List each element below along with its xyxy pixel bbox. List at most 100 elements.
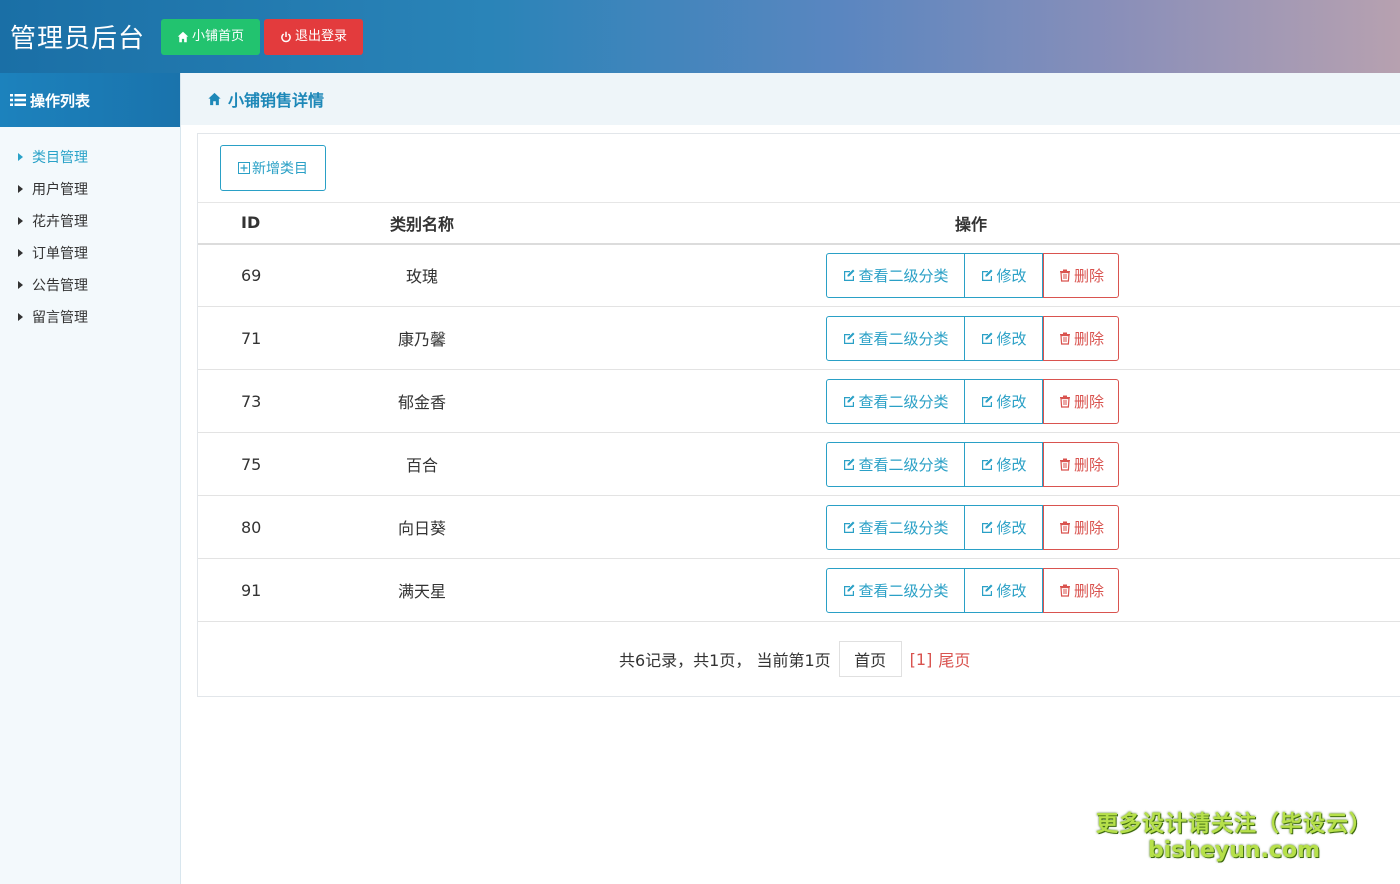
cell-id: 91 — [198, 558, 298, 622]
sidebar-menu: 类目管理 用户管理 花卉管理 订单管理 公告管理 留言管理 — [0, 127, 180, 333]
edit-label: 修改 — [996, 455, 1027, 474]
main-content: 小铺销售详情 新增类目 ID 类别名称 操作 69 玫瑰 查看二级分类 修改 删除 71 康… — [181, 73, 1400, 884]
cell-id: 73 — [198, 369, 298, 433]
cell-id: 69 — [198, 243, 298, 307]
view-subcategory-button[interactable]: 查看二级分类 — [826, 567, 965, 613]
watermark: 更多设计请关注（毕设云） bisheyun.com — [1096, 806, 1372, 863]
sidebar-item-label: 留言管理 — [32, 310, 88, 326]
row-action-group: 查看二级分类 修改 删除 — [826, 567, 1400, 613]
category-panel: 新增类目 ID 类别名称 操作 69 玫瑰 查看二级分类 修改 删除 71 康乃馨 查看二级分… — [197, 133, 1400, 697]
sidebar-item-category[interactable]: 类目管理 — [0, 141, 180, 173]
sidebar-item-messages[interactable]: 留言管理 — [0, 301, 180, 333]
shop-home-button[interactable]: 小铺首页 — [161, 18, 261, 55]
delete-button[interactable]: 删除 — [1043, 378, 1119, 424]
sidebar-item-users[interactable]: 用户管理 — [0, 173, 180, 205]
add-category-label: 新增类目 — [252, 161, 308, 177]
edit-icon — [982, 269, 993, 282]
row-action-group: 查看二级分类 修改 删除 — [826, 504, 1400, 550]
table-row: 71 康乃馨 查看二级分类 修改 删除 — [198, 306, 1400, 370]
sidebar-item-label: 花卉管理 — [32, 214, 88, 230]
trash-icon — [1059, 521, 1070, 534]
current-page-indicator[interactable]: [1] — [910, 650, 933, 669]
delete-button[interactable]: 删除 — [1043, 504, 1119, 550]
edit-icon — [844, 521, 855, 533]
table-header-row: ID 类别名称 操作 — [198, 202, 1400, 245]
caret-right-icon — [18, 185, 23, 193]
cell-actions: 查看二级分类 修改 删除 — [546, 495, 1400, 559]
view-subcategory-button[interactable]: 查看二级分类 — [826, 315, 965, 361]
delete-button[interactable]: 删除 — [1043, 315, 1119, 361]
delete-label: 删除 — [1073, 581, 1104, 600]
category-table: ID 类别名称 操作 69 玫瑰 查看二级分类 修改 删除 71 康乃馨 查看二级分类 修改 删除… — [198, 202, 1400, 622]
view-subcategory-button[interactable]: 查看二级分类 — [826, 252, 965, 298]
logout-button[interactable]: 退出登录 — [264, 18, 364, 55]
table-row: 75 百合 查看二级分类 修改 删除 — [198, 432, 1400, 496]
first-page-button[interactable]: 首页 — [838, 641, 902, 677]
table-row: 80 向日葵 查看二级分类 修改 删除 — [198, 495, 1400, 559]
edit-button[interactable]: 修改 — [965, 252, 1043, 298]
view-subcategory-label: 查看二级分类 — [858, 581, 949, 600]
add-category-button[interactable]: 新增类目 — [220, 145, 326, 191]
cell-actions: 查看二级分类 修改 删除 — [546, 243, 1400, 307]
sidebar-item-orders[interactable]: 订单管理 — [0, 237, 180, 269]
edit-icon — [844, 395, 855, 407]
delete-button[interactable]: 删除 — [1043, 567, 1119, 613]
delete-label: 删除 — [1073, 455, 1104, 474]
sidebar-item-flowers[interactable]: 花卉管理 — [0, 205, 180, 237]
view-subcategory-label: 查看二级分类 — [858, 455, 949, 474]
last-page-link[interactable]: 尾页 — [938, 647, 970, 671]
caret-right-icon — [18, 217, 23, 225]
delete-label: 删除 — [1073, 518, 1104, 537]
sidebar-header: 操作列表 — [0, 73, 180, 127]
app-title: 管理员后台 — [10, 24, 146, 54]
sidebar-item-notices[interactable]: 公告管理 — [0, 269, 180, 301]
delete-label: 删除 — [1073, 266, 1104, 285]
cell-id: 80 — [198, 495, 298, 559]
trash-icon — [1059, 458, 1070, 471]
cell-actions: 查看二级分类 修改 删除 — [546, 369, 1400, 433]
cell-actions: 查看二级分类 修改 删除 — [546, 432, 1400, 496]
edit-button[interactable]: 修改 — [965, 441, 1043, 487]
view-subcategory-button[interactable]: 查看二级分类 — [826, 441, 965, 487]
edit-button[interactable]: 修改 — [965, 315, 1043, 361]
shop-home-label: 小铺首页 — [192, 28, 245, 44]
pagination-info: 共6记录，共1页， 当前第1页 — [619, 651, 831, 670]
cell-category-name: 向日葵 — [298, 495, 546, 559]
caret-right-icon — [18, 313, 23, 321]
caret-right-icon — [18, 281, 23, 289]
edit-icon — [982, 584, 993, 596]
edit-label: 修改 — [996, 329, 1027, 348]
pagination: 共6记录，共1页， 当前第1页 首页 [1] 尾页 — [198, 639, 1400, 679]
watermark-line2: bisheyun.com — [1147, 838, 1321, 863]
row-action-group: 查看二级分类 修改 删除 — [826, 315, 1400, 361]
cell-actions: 查看二级分类 修改 删除 — [546, 558, 1400, 622]
edit-icon — [844, 332, 855, 344]
edit-label: 修改 — [996, 581, 1027, 600]
view-subcategory-button[interactable]: 查看二级分类 — [826, 504, 965, 550]
sidebar-title: 操作列表 — [30, 91, 91, 110]
table-row: 69 玫瑰 查看二级分类 修改 删除 — [198, 243, 1400, 307]
delete-button[interactable]: 删除 — [1043, 441, 1119, 487]
edit-label: 修改 — [996, 266, 1027, 285]
cell-category-name: 满天星 — [298, 558, 546, 622]
delete-button[interactable]: 删除 — [1043, 252, 1119, 298]
trash-icon — [1059, 584, 1070, 597]
home-icon — [208, 92, 221, 106]
sidebar: 操作列表 类目管理 用户管理 花卉管理 订单管理 公告管理 留言管理 — [0, 73, 181, 884]
edit-button[interactable]: 修改 — [965, 504, 1043, 550]
edit-icon — [982, 521, 993, 533]
sidebar-item-label: 用户管理 — [32, 182, 88, 198]
trash-icon — [1059, 395, 1070, 408]
column-header-name: 类别名称 — [298, 202, 546, 245]
home-icon — [177, 31, 189, 42]
row-action-group: 查看二级分类 修改 删除 — [826, 252, 1400, 298]
sidebar-item-label: 公告管理 — [32, 278, 88, 294]
view-subcategory-button[interactable]: 查看二级分类 — [826, 378, 965, 424]
delete-label: 删除 — [1073, 392, 1104, 411]
edit-label: 修改 — [996, 392, 1027, 411]
cell-category-name: 康乃馨 — [298, 306, 546, 370]
cell-id: 71 — [198, 306, 298, 370]
edit-button[interactable]: 修改 — [965, 378, 1043, 424]
top-header: 管理员后台 小铺首页 退出登录 — [0, 0, 1400, 73]
edit-button[interactable]: 修改 — [965, 567, 1043, 613]
